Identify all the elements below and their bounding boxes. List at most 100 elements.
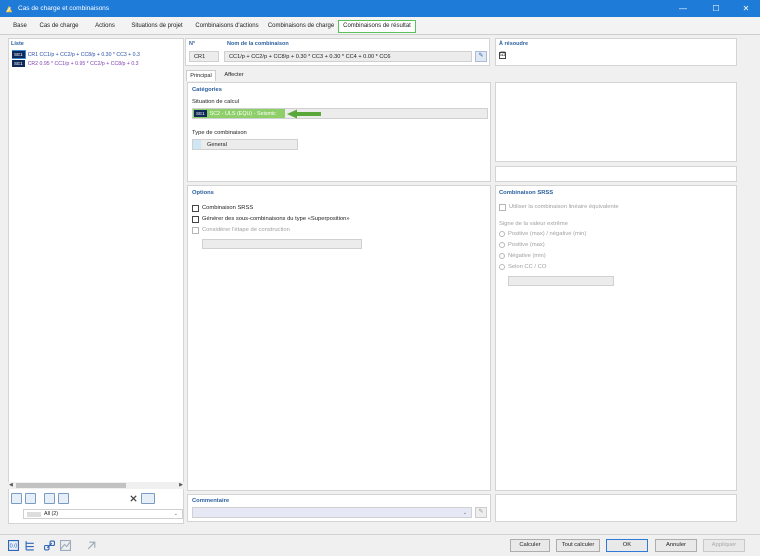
filter-icon[interactable] <box>58 492 69 504</box>
linear-equivalent-checkbox[interactable] <box>499 204 506 211</box>
combination-type-select[interactable]: General <box>192 139 298 150</box>
construction-stage-checkbox[interactable] <box>192 227 199 234</box>
srss-panel: Combinaison SRSS Utiliser la combinaison… <box>495 185 737 491</box>
radio-negative[interactable] <box>499 253 505 259</box>
extreme-sign-label: Signe de la valeur extrême <box>499 221 568 227</box>
construction-stage-select[interactable] <box>202 239 362 249</box>
view-options-icon[interactable] <box>141 492 155 504</box>
cc-co-select[interactable] <box>508 276 614 286</box>
combination-name-field[interactable]: CC1/p + CC2/p + CC8/p + 0.30 * CC3 + 0.3… <box>224 51 472 62</box>
list-toolbar <box>8 490 184 506</box>
combination-type-value: General <box>207 141 227 148</box>
delete-icon[interactable] <box>129 494 138 503</box>
filter-color-swatch <box>27 511 41 517</box>
options-title: Options <box>192 190 214 196</box>
calculate-all-button[interactable]: Tout calculer <box>556 539 600 552</box>
number-field[interactable]: CR1 <box>189 51 219 62</box>
linear-equivalent-label: Utiliser la combinaison linéaire équival… <box>509 204 619 210</box>
minimize-button[interactable]: — <box>672 0 694 17</box>
list-horizontal-scrollbar[interactable]: ◀ ▶ <box>8 482 184 489</box>
comment-edit-button[interactable]: ✎ <box>475 507 487 518</box>
generate-subcombinations-checkbox[interactable] <box>192 216 199 223</box>
edit-name-button[interactable]: ✎ <box>475 51 487 62</box>
list-label: Liste <box>11 41 24 47</box>
situation-badge: SE1 <box>194 110 207 117</box>
combination-list-panel: Liste SE1 CR1 CC1/p + CC2/p + CC8/p + 0.… <box>8 38 184 524</box>
number-label: N° <box>189 41 196 47</box>
design-situation-highlight: SE1 SC2 - ULS (EQU) - Seismic <box>193 109 285 118</box>
name-label: Nom de la combinaison <box>227 41 289 47</box>
ok-button[interactable]: OK <box>606 539 648 552</box>
graph-icon[interactable] <box>60 540 71 551</box>
tab-action-combinations[interactable]: Combinaisons d'actions <box>191 20 263 33</box>
copy-icon[interactable] <box>25 492 36 504</box>
list-item-text: CR2 0.95 * CC1/p + 0.95 * CC2/p + CC8/p … <box>27 60 139 67</box>
filter-value: All (2) <box>44 511 59 517</box>
link-icon[interactable] <box>44 540 55 551</box>
info-panel <box>495 166 737 182</box>
preview-panel <box>495 82 737 162</box>
pointer-arrow-icon <box>287 109 321 119</box>
list-filter-select[interactable]: All (2) ⌄ <box>23 509 183 519</box>
tab-actions[interactable]: Actions <box>87 20 123 33</box>
subtab-principal[interactable]: Principal <box>186 70 216 81</box>
situation-badge: SE1 <box>12 60 25 67</box>
tab-load-combinations[interactable]: Combinaisons de charge <box>267 20 335 33</box>
generate-subcombinations-label: Générer des sous-combinaisons du type «S… <box>202 216 350 222</box>
radio-positive-label: Positive (max) <box>508 242 545 248</box>
design-situation-value: SC2 - ULS (EQU) - Seismic <box>209 110 276 117</box>
title-bar: Cas de charge et combinaisons — ☐ ✕ <box>0 0 760 17</box>
tree-icon[interactable] <box>25 540 36 551</box>
scroll-right-icon[interactable]: ▶ <box>179 482 183 488</box>
comment-panel: Commentaire ⌄ ✎ <box>187 494 491 522</box>
bottom-bar: 0.0 Calculer Tout calculer OK Annuler Ap… <box>0 534 760 556</box>
scrollbar-thumb[interactable] <box>16 483 126 488</box>
tab-result-combinations[interactable]: Combinaisons de résultat <box>338 20 416 33</box>
window-title: Cas de charge et combinaisons <box>18 5 110 12</box>
radio-positive[interactable] <box>499 242 505 248</box>
comment-label: Commentaire <box>192 498 230 504</box>
maximize-button[interactable]: ☐ <box>705 0 727 17</box>
tab-design-situations[interactable]: Situations de projet <box>128 20 186 33</box>
radio-negative-label: Négative (min) <box>508 253 546 259</box>
calculate-button[interactable]: Calculer <box>510 539 550 552</box>
chevron-down-icon: ⌄ <box>173 511 178 517</box>
radio-according-cc-co[interactable] <box>499 264 505 270</box>
settings-icon[interactable] <box>86 540 97 551</box>
comment-field[interactable]: ⌄ <box>192 507 472 518</box>
svg-text:0.0: 0.0 <box>10 544 18 550</box>
app-icon <box>5 5 13 12</box>
design-situation-label: Situation de calcul <box>192 99 240 105</box>
radio-according-cc-co-label: Selon CC / CO <box>508 264 547 270</box>
scroll-left-icon[interactable]: ◀ <box>9 482 13 488</box>
apply-button[interactable]: Appliquer <box>703 539 745 552</box>
tab-load-cases[interactable]: Cas de charge <box>38 20 80 33</box>
resolve-panel: À résoudre ☑ <box>495 38 737 66</box>
categories-title: Catégories <box>192 87 222 93</box>
tab-bar: Base Cas de charge Actions Situations de… <box>0 17 760 35</box>
combination-type-label: Type de combinaison <box>192 130 247 136</box>
cancel-button[interactable]: Annuler <box>655 539 697 552</box>
srss-title: Combinaison SRSS <box>499 190 554 196</box>
type-color-swatch <box>193 140 201 149</box>
new-icon[interactable] <box>11 492 22 504</box>
tab-base[interactable]: Base <box>10 20 30 33</box>
srss-combination-checkbox[interactable] <box>192 205 199 212</box>
subtab-affecter[interactable]: Affecter <box>219 70 249 81</box>
chevron-down-icon[interactable]: ⌄ <box>463 510 467 516</box>
combination-header-panel: N° Nom de la combinaison CR1 CC1/p + CC2… <box>185 38 490 66</box>
categories-panel: Catégories Situation de calcul SE1 SC2 -… <box>187 82 491 182</box>
design-situation-select[interactable]: SE1 SC2 - ULS (EQU) - Seismic <box>192 108 488 119</box>
units-icon[interactable]: 0.0 <box>8 540 19 551</box>
comment-aux-panel <box>495 494 737 522</box>
list-item[interactable]: SE1 CR2 0.95 * CC1/p + 0.95 * CC2/p + CC… <box>12 59 184 68</box>
situation-badge: SE1 <box>12 50 26 59</box>
radio-positive-negative-label: Positive (max) / négative (min) <box>508 231 587 237</box>
close-button[interactable]: ✕ <box>735 0 757 17</box>
list-item-text: CR1 CC1/p + CC2/p + CC8/p + 0.30 * CC3 +… <box>27 51 140 58</box>
list-item[interactable]: SE1 CR1 CC1/p + CC2/p + CC8/p + 0.30 * C… <box>12 50 184 59</box>
radio-positive-negative[interactable] <box>499 231 505 237</box>
resolve-label: À résoudre <box>499 41 529 47</box>
sort-icon[interactable] <box>44 492 55 504</box>
resolve-checkbox[interactable]: ☑ <box>499 52 506 59</box>
